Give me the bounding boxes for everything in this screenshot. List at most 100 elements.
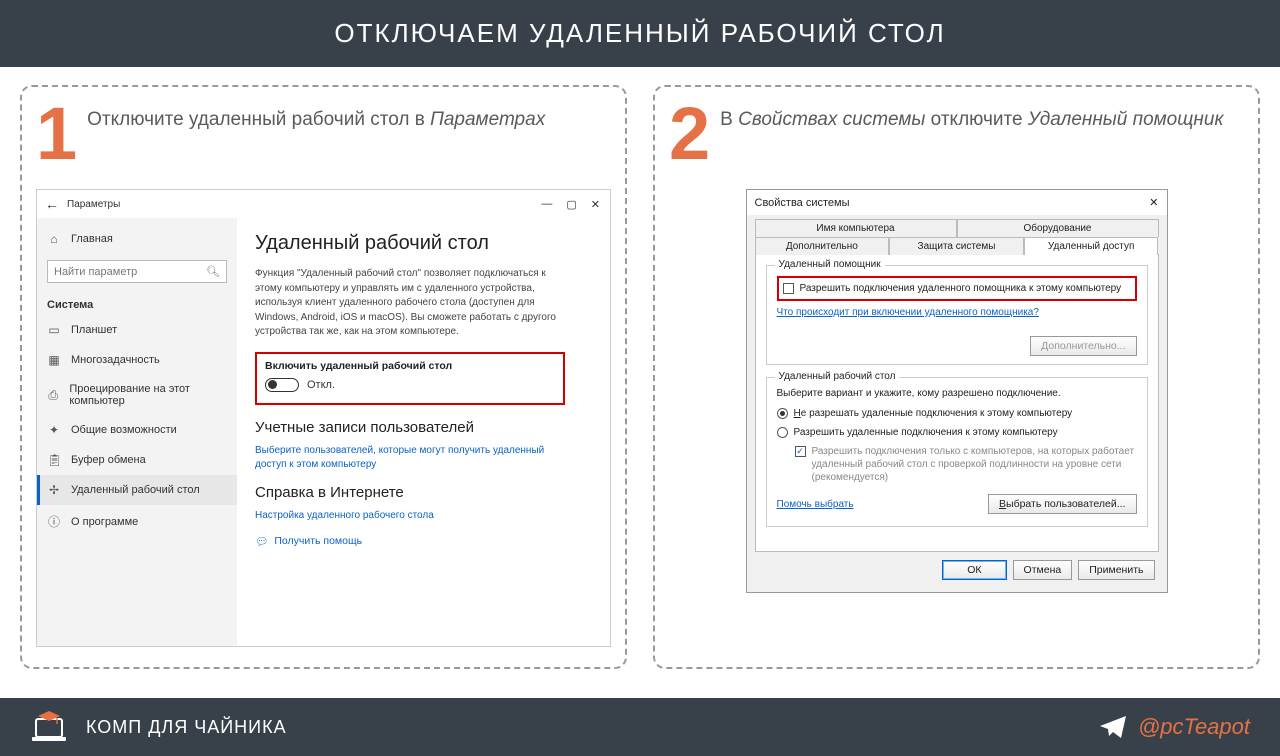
settings-window-title: Параметры (67, 199, 533, 210)
step-number-2: 2 (669, 101, 710, 168)
sysprops-body: Имя компьютера Оборудование Дополнительн… (747, 215, 1167, 592)
back-icon[interactable]: ← (45, 196, 59, 212)
tab-remote[interactable]: Удаленный доступ (1024, 237, 1159, 255)
sidebar-item-multitask[interactable]: ▦ Многозадачность (37, 345, 237, 375)
select-users-rest: ыбрать пользователей... (1006, 498, 1125, 510)
rdp-icon: ✢ (47, 483, 61, 497)
tab-hardware[interactable]: Оборудование (957, 219, 1159, 237)
sidebar-item-about[interactable]: ⓘ О программе (37, 505, 237, 538)
laptop-hat-icon (30, 709, 72, 745)
help-choose-link[interactable]: Помочь выбрать (777, 499, 854, 510)
remote-desktop-group: Удаленный рабочий стол Выберите вариант … (766, 377, 1148, 527)
tab-protection[interactable]: Защита системы (889, 237, 1024, 255)
footer-handle-label: @pcTeapot (1138, 714, 1250, 740)
sysprops-titlebar: Свойства системы ✕ (747, 190, 1167, 215)
page-footer: КОМП ДЛЯ ЧАЙНИКА @pcTeapot (0, 698, 1280, 756)
toggle-state: Откл. (307, 379, 335, 391)
tab-computer-name[interactable]: Имя компьютера (755, 219, 957, 237)
footer-brand: КОМП ДЛЯ ЧАЙНИКА (30, 709, 287, 745)
cancel-button[interactable]: Отмена (1013, 560, 1073, 580)
panel1-title-pre: Отключите удаленный рабочий стол в (87, 109, 430, 130)
ok-button[interactable]: ОК (942, 560, 1006, 580)
remote-assistance-group: Удаленный помощник Разрешить подключения… (766, 265, 1148, 365)
radio-allow-pre: Ра (794, 427, 806, 438)
sidebar-item-projection[interactable]: ⎙ Проецирование на этот компьютер (37, 375, 237, 415)
maximize-icon[interactable]: ▢ (566, 198, 576, 211)
nla-label: Разрешить подключения только с компьютер… (812, 445, 1137, 484)
window-controls: — ▢ ✕ (541, 198, 602, 211)
sidebar-item-label: Проецирование на этот компьютер (69, 383, 227, 407)
radio-deny[interactable]: Не разрешать удаленные подключения к это… (777, 407, 1137, 420)
rdp-toggle[interactable]: Откл. (265, 378, 335, 392)
checkbox-checked-icon (795, 446, 806, 457)
sidebar-item-rdp[interactable]: ✢ Удаленный рабочий стол (37, 475, 237, 505)
assist-highlight: Разрешить подключения удаленного помощни… (777, 276, 1137, 301)
rdp-bottom-row: Помочь выбрать Выбрать пользователей... (777, 494, 1137, 514)
about-icon: ⓘ (47, 513, 61, 530)
panel2-title-mid: отключите (925, 109, 1027, 130)
radio-allow-label: Разрешить удаленные подключения к этому … (794, 426, 1058, 439)
get-help-label: Получить помощь (274, 535, 362, 547)
apply-button[interactable]: Применить (1078, 560, 1154, 580)
sysprops-title: Свойства системы (755, 197, 850, 209)
close-icon[interactable]: ✕ (591, 198, 600, 211)
radio-allow[interactable]: Разрешить удаленные подключения к этому … (777, 426, 1137, 439)
radio-deny-label: Не разрешать удаленные подключения к это… (794, 407, 1073, 420)
rdp-toggle-highlight: Включить удаленный рабочий стол Откл. (255, 352, 565, 405)
help-link[interactable]: Настройка удаленного рабочего стола (255, 509, 565, 523)
radio-on-icon (777, 408, 788, 419)
tab-row-2: Дополнительно Защита системы Удаленный д… (755, 237, 1159, 255)
projection-icon: ⎙ (47, 388, 59, 403)
sidebar-item-tablet[interactable]: ▭ Планшет (37, 315, 237, 345)
system-properties-dialog: Свойства системы ✕ Имя компьютера Оборуд… (746, 189, 1168, 593)
toggle-track (265, 378, 299, 392)
content-heading: Удаленный рабочий стол (255, 232, 596, 255)
search-input[interactable]: Найти параметр 🔍︎ (47, 260, 227, 283)
assist-checkbox-row[interactable]: Разрешить подключения удаленного помощни… (783, 282, 1131, 295)
page-header: ОТКЛЮЧАЕМ УДАЛЕННЫЙ РАБОЧИЙ СТОЛ (0, 0, 1280, 67)
settings-titlebar: ← Параметры — ▢ ✕ (37, 190, 610, 218)
minimize-icon[interactable]: — (541, 198, 552, 211)
sidebar-item-label: Многозадачность (71, 354, 160, 366)
radio-off-icon (777, 427, 788, 438)
footer-handle[interactable]: @pcTeapot (1098, 714, 1250, 740)
panel-step-2: 2 В Свойствах системы отключите Удаленны… (653, 85, 1260, 669)
shared-icon: ✦ (47, 423, 61, 437)
sidebar-home-label: Главная (71, 233, 113, 245)
search-icon: 🔍︎ (206, 265, 220, 278)
content-desc: Функция "Удаленный рабочий стол" позволя… (255, 267, 565, 340)
panel2-title: В Свойствах системы отключите Удаленный … (720, 101, 1223, 134)
panel1-title-em: Параметрах (430, 109, 545, 130)
settings-body: ⌂ Главная Найти параметр 🔍︎ Система ▭ Пл… (37, 218, 610, 646)
tab-advanced[interactable]: Дополнительно (755, 237, 890, 255)
nla-checkbox-row: Разрешить подключения только с компьютер… (795, 445, 1137, 484)
select-users-button[interactable]: Выбрать пользователей... (988, 494, 1136, 514)
multitask-icon: ▦ (47, 353, 61, 367)
sidebar-item-label: Буфер обмена (71, 454, 146, 466)
assist-advanced-button[interactable]: Дополнительно... (1030, 336, 1136, 356)
toggle-label: Включить удаленный рабочий стол (265, 360, 555, 372)
clipboard-icon: 📋︎ (47, 453, 61, 467)
select-users-link[interactable]: Выберите пользователей, которые могут по… (255, 444, 565, 472)
telegram-icon (1098, 714, 1128, 740)
settings-sidebar: ⌂ Главная Найти параметр 🔍︎ Система ▭ Пл… (37, 218, 237, 646)
settings-window: ← Параметры — ▢ ✕ ⌂ Главная Найти параме… (36, 189, 611, 647)
help-heading: Справка в Интернете (255, 484, 596, 501)
tab-row-1: Имя компьютера Оборудование (755, 219, 1159, 237)
sidebar-item-clipboard[interactable]: 📋︎ Буфер обмена (37, 445, 237, 475)
sidebar-item-label: О программе (71, 516, 138, 528)
get-help-link[interactable]: 💬︎ Получить помощь (255, 535, 596, 548)
close-icon[interactable]: ✕ (1149, 196, 1158, 209)
main-area: 1 Отключите удаленный рабочий стол в Пар… (0, 67, 1280, 687)
panel-step-1: 1 Отключите удаленный рабочий стол в Пар… (20, 85, 627, 669)
users-heading: Учетные записи пользователей (255, 419, 596, 436)
sidebar-item-label: Общие возможности (71, 424, 177, 436)
assist-btn-row: Дополнительно... (777, 340, 1137, 352)
tab-remote-content: Удаленный помощник Разрешить подключения… (755, 254, 1159, 552)
panel2-title-em1: Свойствах системы (738, 109, 925, 130)
sidebar-item-shared[interactable]: ✦ Общие возможности (37, 415, 237, 445)
step-number-1: 1 (36, 101, 77, 168)
panel1-header: 1 Отключите удаленный рабочий стол в Пар… (36, 101, 611, 179)
sidebar-home[interactable]: ⌂ Главная (37, 224, 237, 254)
assist-info-link[interactable]: Что происходит при включении удаленного … (777, 307, 1039, 318)
